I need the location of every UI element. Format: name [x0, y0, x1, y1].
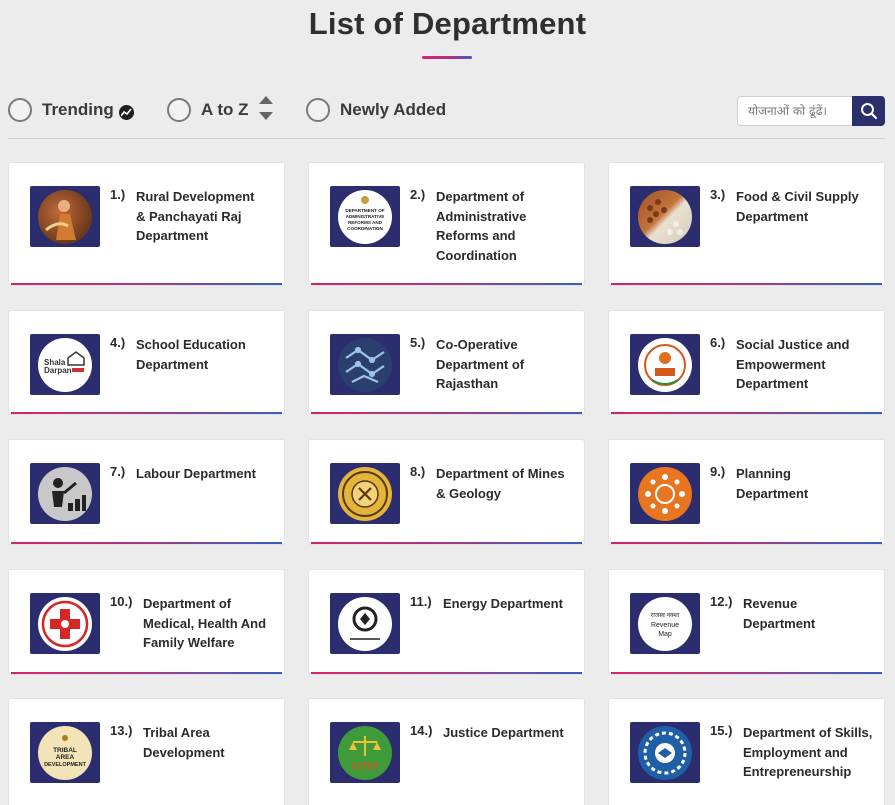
department-name: School Education Department: [136, 337, 246, 372]
a-to-z-label: A to Z: [201, 100, 249, 119]
sort-down-icon: [258, 112, 273, 120]
search-button[interactable]: [852, 96, 885, 126]
svg-text:DEVELOPMENT: DEVELOPMENT: [44, 762, 87, 768]
department-card[interactable]: LITES 14.) Justice Department: [308, 698, 585, 805]
department-card[interactable]: राजस्व नक्शा Revenue Map 12.) Revenue Depa…: [608, 569, 885, 675]
revenue-map-logo: राजस्व नक्शा Revenue Map: [630, 593, 700, 654]
department-card[interactable]: 15.) Department of Skills, Employment an…: [608, 698, 885, 805]
department-card[interactable]: TRIBAL AREA DEVELOPMENT 13.) Tribal Area D…: [8, 698, 285, 805]
svg-text:ADMINISTRATIVE: ADMINISTRATIVE: [346, 214, 385, 219]
department-name: Planning Department: [736, 466, 809, 501]
page-title: List of Department: [308, 6, 587, 41]
department-card[interactable]: DEPARTMENT OF ADMINISTRATIVE REFORMS AND…: [308, 162, 585, 286]
department-number: 5.): [410, 335, 426, 350]
search-box: [737, 96, 885, 126]
department-number: 10.): [110, 594, 133, 609]
department-name: Energy Department: [443, 596, 563, 611]
sort-up-icon: [258, 96, 273, 104]
divider: [8, 138, 885, 139]
department-name: Social Justice and Empowerment Departmen…: [736, 337, 850, 391]
department-number: 14.): [410, 723, 433, 738]
svg-text:REFORMS AND: REFORMS AND: [348, 220, 383, 225]
svg-text:Darpan: Darpan: [44, 366, 72, 375]
department-number: 7.): [110, 464, 126, 479]
skills-employment-logo: [630, 722, 700, 783]
rural-development-logo: [30, 186, 100, 247]
svg-text:LITES: LITES: [352, 761, 379, 771]
department-card[interactable]: 6.) Social Justice and Empowerment Depar…: [608, 310, 885, 415]
labour-logo: [30, 463, 100, 524]
cooperative-logo: [330, 334, 400, 395]
department-number: 13.): [110, 723, 133, 738]
department-number: 8.): [410, 464, 426, 479]
department-name: Justice Department: [443, 725, 564, 740]
trending-label: Trending: [42, 100, 114, 119]
department-card[interactable]: 10.) Department of Medical, Health And F…: [8, 569, 285, 675]
newly-added-radio[interactable]: [306, 98, 330, 122]
department-number: 3.): [710, 187, 726, 202]
department-name: Food & Civil Supply Department: [736, 189, 859, 224]
svg-text:Map: Map: [658, 631, 672, 638]
svg-text:TRIBAL: TRIBAL: [53, 747, 77, 754]
department-number: 9.): [710, 464, 726, 479]
a-to-z-radio[interactable]: [167, 98, 191, 122]
svg-text:COORDINATION: COORDINATION: [347, 226, 383, 231]
department-number: 11.): [410, 594, 432, 609]
energy-logo: [330, 593, 400, 654]
department-card[interactable]: 11.) Energy Department: [308, 569, 585, 675]
svg-text:Revenue: Revenue: [651, 622, 679, 629]
newly-added-label: Newly Added: [340, 100, 447, 119]
department-number: 15.): [710, 723, 733, 738]
mines-geology-logo: [330, 463, 400, 524]
svg-text:राजस्व नक्शा: राजस्व नक्शा: [651, 612, 680, 619]
department-name: Revenue Department: [743, 596, 816, 631]
department-name: Tribal Area Development: [143, 725, 225, 760]
department-card[interactable]: 8.) Department of Mines & Geology: [308, 439, 585, 545]
department-card[interactable]: 1.) Rural Development & Panchayati Raj D…: [8, 162, 285, 286]
trending-radio[interactable]: [8, 98, 32, 122]
filter-a-to-z[interactable]: A to Z: [167, 96, 273, 122]
search-input[interactable]: [737, 96, 852, 126]
justice-logo: LITES: [330, 722, 400, 783]
filter-trending[interactable]: Trending: [8, 98, 134, 122]
svg-text:AREA: AREA: [56, 754, 75, 761]
shala-darpan-logo: Shala Darpan: [30, 334, 100, 395]
department-card[interactable]: 7.) Labour Department: [8, 439, 285, 545]
department-card[interactable]: 5.) Co-Operative Department of Rajasthan: [308, 310, 585, 415]
department-card[interactable]: 9.) Planning Department: [608, 439, 885, 545]
department-name: Department of Mines & Geology: [436, 466, 565, 501]
tribal-area-logo: TRIBAL AREA DEVELOPMENT: [30, 722, 100, 783]
department-card[interactable]: Shala Darpan 4.) School Education Depart…: [8, 310, 285, 415]
department-number: 6.): [710, 335, 726, 350]
filter-bar: Trending A to Z Newly Added: [0, 90, 895, 132]
filter-newly-added[interactable]: Newly Added: [306, 98, 446, 122]
department-card[interactable]: 3.) Food & Civil Supply Department: [608, 162, 885, 286]
department-number: 2.): [410, 187, 426, 202]
trending-icon: [118, 104, 134, 120]
department-name: Co-Operative Department of Rajasthan: [436, 337, 525, 391]
title-underline: [422, 56, 472, 59]
search-icon: [860, 103, 877, 120]
department-number: 4.): [110, 335, 126, 350]
department-number: 12.): [710, 594, 733, 609]
department-name: Department of Skills, Employment and Ent…: [743, 725, 873, 779]
social-justice-logo: [630, 334, 700, 395]
svg-text:DEPARTMENT OF: DEPARTMENT OF: [345, 208, 384, 213]
sort-arrows-icon[interactable]: [258, 96, 273, 120]
planning-logo: [630, 463, 700, 524]
department-name: Department of Administrative Reforms and…: [436, 189, 527, 263]
administrative-reforms-logo: DEPARTMENT OF ADMINISTRATIVE REFORMS AND…: [330, 186, 400, 247]
department-number: 1.): [110, 187, 126, 202]
food-supply-logo: [630, 186, 700, 247]
department-name: Rural Development & Panchayati Raj Depar…: [136, 189, 255, 243]
department-name: Department of Medical, Health And Family…: [143, 596, 267, 650]
medical-health-logo: [30, 593, 100, 654]
department-name: Labour Department: [136, 466, 256, 481]
